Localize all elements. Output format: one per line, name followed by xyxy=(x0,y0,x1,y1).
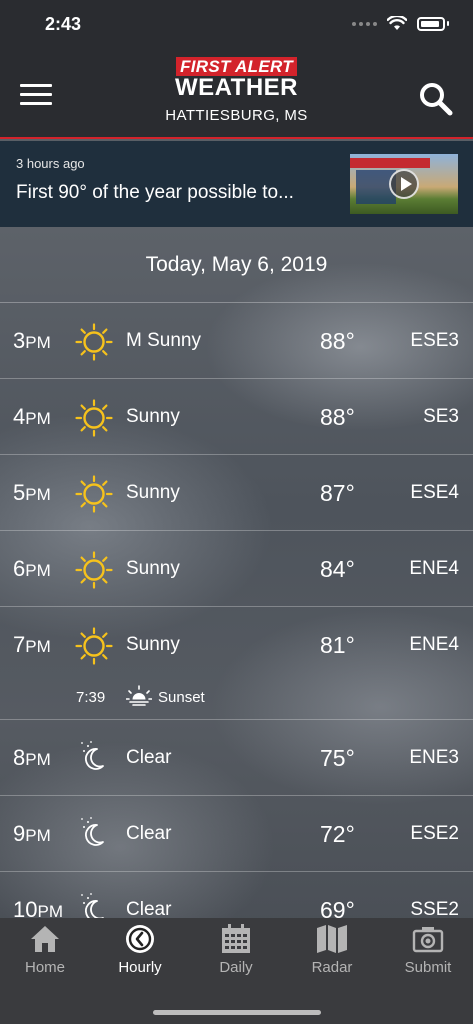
sun-icon xyxy=(75,627,113,665)
wind-value: ENE4 xyxy=(409,558,459,579)
hour-number: 4 xyxy=(13,404,26,429)
moon-icon xyxy=(75,816,113,854)
temperature-value: 88° xyxy=(320,404,355,430)
news-video-thumbnail[interactable] xyxy=(350,154,458,214)
hour-suffix: PM xyxy=(25,485,51,504)
temperature-value: 75° xyxy=(320,745,355,771)
hour-time: 4PM xyxy=(13,404,51,430)
map-icon xyxy=(317,925,347,953)
camera-icon xyxy=(412,927,444,953)
app-header: FIRST ALERT WEATHER HATTIESBURG, MS xyxy=(0,50,473,139)
hour-row[interactable]: 9PM Clear 72° ESE2 xyxy=(0,796,473,872)
temperature-value: 84° xyxy=(320,556,355,582)
cellular-signal-icon xyxy=(352,21,377,26)
search-icon[interactable] xyxy=(417,80,455,118)
battery-cap xyxy=(447,21,449,26)
wifi-icon xyxy=(387,16,407,30)
hour-time: 7PM xyxy=(13,632,51,658)
calendar-icon xyxy=(222,924,250,953)
sun-icon xyxy=(75,551,113,589)
sunset-time: 7:39 xyxy=(76,688,106,706)
tab-label: Radar xyxy=(311,959,353,976)
hour-suffix: PM xyxy=(25,409,51,428)
hour-row[interactable]: 5PM Sunny 87° ESE4 xyxy=(0,455,473,531)
tab-bar: Home Hourly Daily Radar Submit xyxy=(0,918,473,1024)
sun-icon xyxy=(75,323,113,361)
wind-value: SE3 xyxy=(423,406,459,427)
wind-value: ENE4 xyxy=(409,634,459,655)
status-time: 2:43 xyxy=(45,14,82,34)
tab-home[interactable]: Home xyxy=(5,924,85,976)
logo-line2: WEATHER xyxy=(174,74,299,101)
hour-number: 9 xyxy=(13,821,26,846)
tab-hourly[interactable]: Hourly xyxy=(100,924,180,976)
hour-number: 8 xyxy=(13,745,26,770)
condition-label: Sunny xyxy=(126,634,180,655)
wind-value: ESE3 xyxy=(410,330,459,351)
hour-number: 6 xyxy=(13,556,26,581)
moon-icon xyxy=(75,740,113,778)
tab-label: Submit xyxy=(404,959,452,976)
condition-label: M Sunny xyxy=(126,330,201,351)
date-header: Today, May 6, 2019 xyxy=(0,228,473,303)
tab-label: Home xyxy=(24,959,65,976)
hour-suffix: PM xyxy=(25,561,51,580)
hourly-forecast-list[interactable]: 3PM M Sunny 88° ESE3 4PM Sunny 88° SE3 5PM Sunny 8… xyxy=(0,303,473,948)
home-indicator[interactable] xyxy=(153,1010,321,1015)
news-banner[interactable]: 3 hours ago First 90° of the year possib… xyxy=(0,141,473,227)
news-headline[interactable]: First 90° of the year possible to... xyxy=(16,182,294,204)
hour-row[interactable]: 7PM Sunny 81° ENE4 7:39 Sunset xyxy=(0,607,473,720)
hour-time: 8PM xyxy=(13,745,51,771)
hour-suffix: PM xyxy=(25,637,51,656)
hour-number: 7 xyxy=(13,632,26,657)
first-alert-weather-logo: FIRST ALERT WEATHER HATTIESBURG, MS xyxy=(0,57,473,124)
temperature-value: 87° xyxy=(320,480,355,506)
play-icon[interactable] xyxy=(389,169,419,199)
wind-value: ESE4 xyxy=(410,482,459,503)
sun-icon xyxy=(75,399,113,437)
wind-value: ENE3 xyxy=(409,747,459,768)
hour-time: 5PM xyxy=(13,480,51,506)
hour-time: 3PM xyxy=(13,328,51,354)
condition-label: Clear xyxy=(126,747,172,768)
hour-suffix: PM xyxy=(25,826,51,845)
hour-suffix: PM xyxy=(25,333,51,352)
condition-label: Clear xyxy=(126,823,172,844)
condition-label: Sunny xyxy=(126,482,180,503)
hour-row[interactable]: 6PM Sunny 84° ENE4 xyxy=(0,531,473,607)
hour-row[interactable]: 4PM Sunny 88° SE3 xyxy=(0,379,473,455)
tab-radar[interactable]: Radar xyxy=(292,924,372,976)
hour-number: 5 xyxy=(13,480,26,505)
hour-suffix: PM xyxy=(25,750,51,769)
tab-label: Daily xyxy=(219,959,253,976)
home-icon xyxy=(31,926,59,952)
temperature-value: 81° xyxy=(320,632,355,658)
tab-submit[interactable]: Submit xyxy=(388,924,468,976)
temperature-value: 72° xyxy=(320,821,355,847)
hour-row[interactable]: 3PM M Sunny 88° ESE3 xyxy=(0,303,473,379)
hour-row[interactable]: 8PM Clear 75° ENE3 xyxy=(0,720,473,796)
tab-daily[interactable]: Daily xyxy=(196,924,276,976)
sunset-label: Sunset xyxy=(158,688,205,706)
sunset-row: 7:39 Sunset xyxy=(76,685,205,709)
status-icons xyxy=(352,16,449,31)
wind-value: ESE2 xyxy=(410,823,459,844)
status-bar: 2:43 xyxy=(0,0,473,50)
hour-number: 3 xyxy=(13,328,26,353)
news-timestamp: 3 hours ago xyxy=(16,156,85,171)
temperature-value: 88° xyxy=(320,328,355,354)
hour-time: 6PM xyxy=(13,556,51,582)
clock-icon xyxy=(126,925,154,953)
hour-time: 9PM xyxy=(13,821,51,847)
location-label[interactable]: HATTIESBURG, MS xyxy=(0,107,473,124)
app-root: 2:43 FIRST ALERT WEATHER HATTIESBURG, MS xyxy=(0,0,473,1024)
sun-icon xyxy=(75,475,113,513)
battery-icon xyxy=(417,16,445,31)
condition-label: Sunny xyxy=(126,406,180,427)
date-label: Today, May 6, 2019 xyxy=(145,253,328,276)
condition-label: Sunny xyxy=(126,558,180,579)
sunset-icon xyxy=(125,685,153,709)
tab-label: Hourly xyxy=(118,959,162,976)
